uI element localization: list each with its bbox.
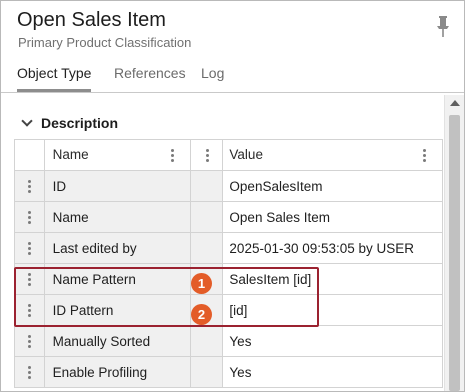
sales-item-panel: Open Sales Item Primary Product Classifi… bbox=[0, 0, 465, 392]
table-row[interactable]: Enable Profiling Yes bbox=[14, 356, 443, 388]
tab-log[interactable]: Log bbox=[201, 65, 224, 89]
row-extra bbox=[189, 325, 224, 357]
extra-column-header bbox=[189, 139, 224, 171]
row-name: ID Pattern bbox=[43, 294, 191, 326]
row-value[interactable]: Yes bbox=[222, 356, 443, 388]
row-name: Name Pattern bbox=[43, 263, 191, 295]
callout-badge-2: 2 bbox=[191, 304, 212, 325]
row-drag-icon[interactable] bbox=[27, 211, 31, 225]
row-drag-icon[interactable] bbox=[27, 304, 31, 318]
vertical-scrollbar[interactable] bbox=[444, 95, 464, 391]
name-column-header: Name bbox=[43, 139, 191, 171]
table-row[interactable]: ID OpenSalesItem bbox=[14, 170, 443, 202]
row-name: Name bbox=[43, 201, 191, 233]
row-value[interactable]: Open Sales Item bbox=[222, 201, 443, 233]
panel-subtitle: Primary Product Classification bbox=[18, 35, 192, 50]
row-extra bbox=[189, 201, 224, 233]
row-drag-icon[interactable] bbox=[27, 335, 31, 349]
extra-column-menu-icon[interactable] bbox=[205, 149, 209, 162]
row-value[interactable]: SalesItem [id] bbox=[222, 263, 443, 295]
table-header-row: Name Value bbox=[14, 139, 443, 171]
row-handle[interactable] bbox=[14, 294, 45, 326]
row-extra bbox=[189, 170, 224, 202]
row-handle[interactable] bbox=[14, 356, 45, 388]
row-handle[interactable] bbox=[14, 325, 45, 357]
row-name: Last edited by bbox=[43, 232, 191, 264]
panel-title: Open Sales Item bbox=[17, 9, 166, 31]
scroll-up-arrow-icon[interactable] bbox=[450, 100, 460, 106]
table-row[interactable]: Name Pattern SalesItem [id] bbox=[14, 263, 443, 295]
panel-header: Open Sales Item Primary Product Classifi… bbox=[1, 1, 464, 92]
name-column-menu-icon[interactable] bbox=[170, 149, 174, 162]
value-column-header: Value bbox=[222, 139, 443, 171]
row-drag-icon[interactable] bbox=[27, 273, 31, 287]
properties-table: Name Value ID OpenSalesItem Name Open Sa… bbox=[14, 139, 443, 388]
row-name: ID bbox=[43, 170, 191, 202]
row-name: Manually Sorted bbox=[43, 325, 191, 357]
pin-icon[interactable] bbox=[435, 15, 451, 39]
row-drag-icon[interactable] bbox=[27, 366, 31, 380]
value-column-menu-icon[interactable] bbox=[423, 149, 427, 162]
row-value[interactable]: [id] bbox=[222, 294, 443, 326]
callout-badge-1: 1 bbox=[191, 273, 212, 294]
row-handle[interactable] bbox=[14, 170, 45, 202]
row-extra bbox=[189, 232, 224, 264]
tab-object-type[interactable]: Object Type bbox=[17, 65, 92, 92]
value-column-label: Value bbox=[229, 147, 263, 162]
handle-column-header bbox=[14, 139, 45, 171]
section-title: Description bbox=[41, 115, 119, 131]
row-drag-icon[interactable] bbox=[27, 242, 31, 256]
chevron-down-icon bbox=[21, 115, 33, 127]
row-value[interactable]: OpenSalesItem bbox=[222, 170, 443, 202]
row-name: Enable Profiling bbox=[43, 356, 191, 388]
scroll-thumb[interactable] bbox=[449, 115, 460, 391]
table-row[interactable]: Last edited by 2025-01-30 09:53:05 by US… bbox=[14, 232, 443, 264]
row-drag-icon[interactable] bbox=[27, 180, 31, 194]
content-area: Description Name Value ID OpenSalesItem … bbox=[2, 96, 443, 391]
row-extra bbox=[189, 356, 224, 388]
row-value[interactable]: Yes bbox=[222, 325, 443, 357]
table-row[interactable]: Manually Sorted Yes bbox=[14, 325, 443, 357]
table-row[interactable]: ID Pattern [id] bbox=[14, 294, 443, 326]
row-handle[interactable] bbox=[14, 263, 45, 295]
table-row[interactable]: Name Open Sales Item bbox=[14, 201, 443, 233]
tab-references[interactable]: References bbox=[114, 65, 186, 89]
tab-bar: Object Type References Log bbox=[1, 61, 464, 92]
name-column-label: Name bbox=[52, 147, 89, 162]
header-divider bbox=[1, 92, 464, 93]
row-value[interactable]: 2025-01-30 09:53:05 by USER bbox=[222, 232, 443, 264]
row-handle[interactable] bbox=[14, 232, 45, 264]
row-handle[interactable] bbox=[14, 201, 45, 233]
